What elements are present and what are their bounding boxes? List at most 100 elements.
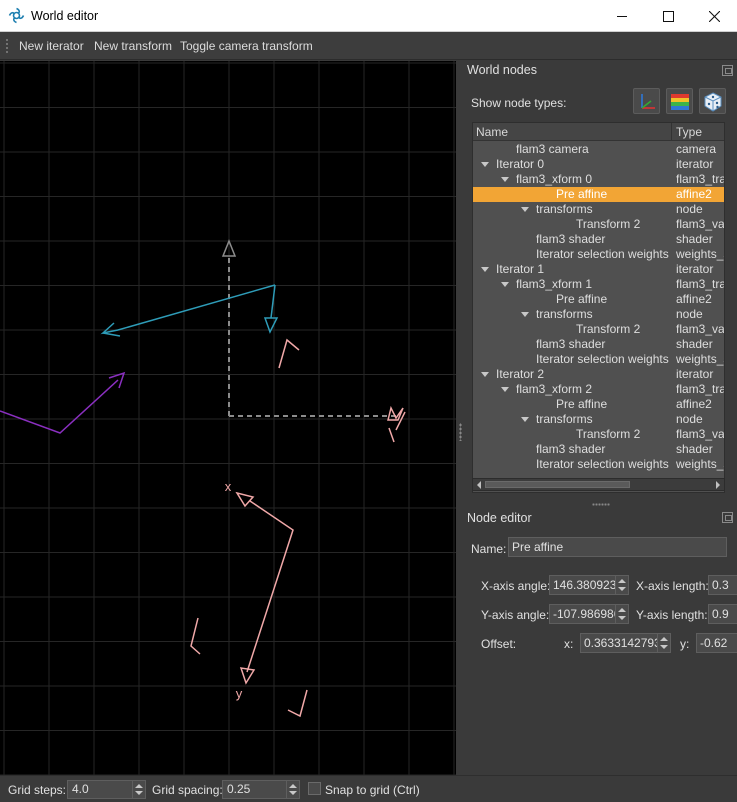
expand-arrow-icon[interactable] — [501, 282, 509, 287]
vertical-splitter[interactable] — [456, 61, 465, 775]
tree-row-name: Pre affine — [556, 187, 608, 201]
tree-horizontal-scrollbar[interactable] — [472, 478, 725, 491]
grid-spacing-field[interactable]: 0.25 — [222, 780, 287, 799]
tree-row[interactable]: flam3 shader shader — [473, 232, 724, 247]
world-nodes-float-icon[interactable] — [722, 65, 733, 76]
tree-row[interactable]: flam3 shader shader — [473, 442, 724, 457]
y-axis-length-field[interactable]: 0.9 — [708, 604, 737, 624]
filter-dice-button[interactable] — [699, 88, 726, 114]
y-axis-angle-label: Y-axis angle: — [481, 608, 550, 622]
tree-row[interactable]: transforms node — [473, 307, 724, 322]
tree-row-name: flam3_xform 1 — [516, 277, 593, 291]
new-iterator-button[interactable]: New iterator — [19, 39, 84, 53]
tree-row[interactable]: transforms node — [473, 202, 724, 217]
tree-row-type: affine2 — [676, 292, 712, 306]
tree-row-type: shader — [676, 232, 713, 246]
tree-row-type: weights_s — [676, 352, 725, 366]
expand-arrow-icon[interactable] — [481, 162, 489, 167]
gradient-icon — [671, 94, 689, 110]
world-viewport[interactable]: x y — [0, 61, 456, 775]
tree-row-type: node — [676, 202, 703, 216]
tree-row[interactable]: Iterator selection weights weights_s — [473, 352, 725, 367]
grid-steps-field[interactable]: 4.0 — [67, 780, 133, 799]
filter-gradient-button[interactable] — [666, 88, 693, 114]
x-axis-angle-spinner[interactable] — [616, 575, 629, 595]
tree-row-type: flam3_var — [676, 217, 725, 231]
expand-arrow-icon[interactable] — [501, 177, 509, 182]
toolbar-grip[interactable] — [5, 38, 9, 54]
node-editor-title: Node editor — [467, 511, 532, 525]
snap-to-grid-checkbox[interactable] — [308, 782, 321, 795]
tree-row[interactable]: Iterator selection weights weights_s — [473, 247, 724, 262]
offset-y-field[interactable]: -0.62 — [696, 633, 737, 653]
offset-x-spinner[interactable] — [658, 633, 671, 653]
tree-row-type: iterator — [676, 262, 714, 276]
name-field[interactable]: Pre affine — [508, 537, 727, 557]
grid-steps-spinner[interactable] — [133, 780, 146, 799]
tree-row-name: Iterator 0 — [496, 157, 545, 171]
camera-transform-gizmo — [228, 256, 398, 417]
world-nodes-title: World nodes — [467, 63, 537, 77]
tree-header: Name Type — [473, 123, 724, 141]
toolbar: New iterator New transform Toggle camera… — [0, 32, 737, 60]
expand-arrow-icon[interactable] — [501, 387, 509, 392]
expand-arrow-icon[interactable] — [521, 417, 529, 422]
tree-row-type: affine2 — [676, 397, 712, 411]
node-editor-float-icon[interactable] — [722, 512, 733, 523]
column-name-header[interactable]: Name — [476, 125, 508, 139]
tree-row[interactable]: flam3_xform 2 flam3_tra — [473, 382, 725, 397]
maximize-button[interactable] — [645, 0, 691, 32]
tree-row-type: flam3_tra — [676, 172, 725, 186]
filter-axes-button[interactable] — [633, 88, 660, 114]
name-label: Name: — [471, 542, 507, 556]
tree-row[interactable]: Transform 2 flam3_var — [473, 217, 725, 232]
title-bar: World editor — [0, 0, 737, 32]
tree-scroll-thumb[interactable] — [485, 481, 630, 488]
expand-arrow-icon[interactable] — [521, 312, 529, 317]
tree-row-name: flam3 shader — [536, 232, 606, 246]
offset-x-field[interactable]: 0.3633142793 — [580, 633, 658, 653]
tree-row[interactable]: Iterator 1 iterator — [473, 262, 724, 277]
tree-row[interactable]: flam3 shader shader — [473, 337, 724, 352]
x-axis-angle-field[interactable]: 146.380923 — [549, 575, 616, 595]
tree-row[interactable]: Transform 2 flam3_var — [473, 322, 724, 337]
snap-to-grid-label[interactable]: Snap to grid (Ctrl) — [325, 783, 420, 797]
tree-row-name: flam3 camera — [516, 142, 589, 156]
expand-arrow-icon[interactable] — [481, 267, 489, 272]
transform-purple — [0, 371, 126, 434]
new-transform-button[interactable]: New transform — [94, 39, 172, 53]
y-axis-angle-field[interactable]: -107.986986 — [549, 604, 616, 624]
viewport-canvas[interactable]: x y — [0, 61, 456, 775]
tree-row-type: shader — [676, 337, 713, 351]
tree-row[interactable]: Pre affine affine2 — [473, 292, 724, 307]
world-nodes-tree[interactable]: Name Type flam3 camera camera Iterator 0 it… — [472, 122, 725, 493]
tree-row-name: Pre affine — [556, 397, 608, 411]
tree-row[interactable]: flam3 camera camera — [473, 142, 724, 157]
column-type-header[interactable]: Type — [676, 125, 702, 139]
axes-icon — [641, 94, 655, 109]
tree-row[interactable]: Pre affine affine2 — [473, 397, 724, 412]
minimize-button[interactable] — [599, 0, 645, 32]
tree-row[interactable]: Iterator 2 iterator — [473, 367, 724, 382]
y-axis-label: y — [236, 686, 243, 701]
tree-row-type: shader — [676, 442, 713, 456]
close-button[interactable] — [691, 0, 737, 32]
tree-row-name: flam3_xform 0 — [516, 172, 593, 186]
tree-rows: flam3 camera camera Iterator 0 iterator flam… — [473, 142, 725, 472]
expand-arrow-icon[interactable] — [521, 207, 529, 212]
grid-spacing-spinner[interactable] — [287, 780, 300, 799]
expand-arrow-icon[interactable] — [481, 372, 489, 377]
tree-row[interactable]: transforms node — [473, 412, 724, 427]
y-axis-angle-spinner[interactable] — [616, 604, 629, 624]
tree-row[interactable]: Iterator 0 iterator — [473, 157, 724, 172]
tree-row[interactable]: flam3_xform 0 flam3_tra — [473, 172, 725, 187]
tree-row[interactable]: Transform 2 flam3_var — [473, 427, 724, 442]
horizontal-splitter[interactable] — [592, 503, 610, 506]
status-bar: Grid steps: 4.0 Grid spacing: 0.25 Snap … — [0, 775, 737, 802]
x-axis-length-field[interactable]: 0.3 — [708, 575, 737, 595]
tree-row[interactable]: flam3_xform 1 flam3_tra — [473, 277, 724, 292]
toggle-camera-transform-button[interactable]: Toggle camera transform — [180, 39, 313, 53]
tree-row[interactable]: Pre affine affine2 — [473, 187, 724, 202]
tree-row-type: flam3_tra — [676, 382, 725, 396]
tree-row[interactable]: Iterator selection weights weights_s — [473, 457, 724, 472]
